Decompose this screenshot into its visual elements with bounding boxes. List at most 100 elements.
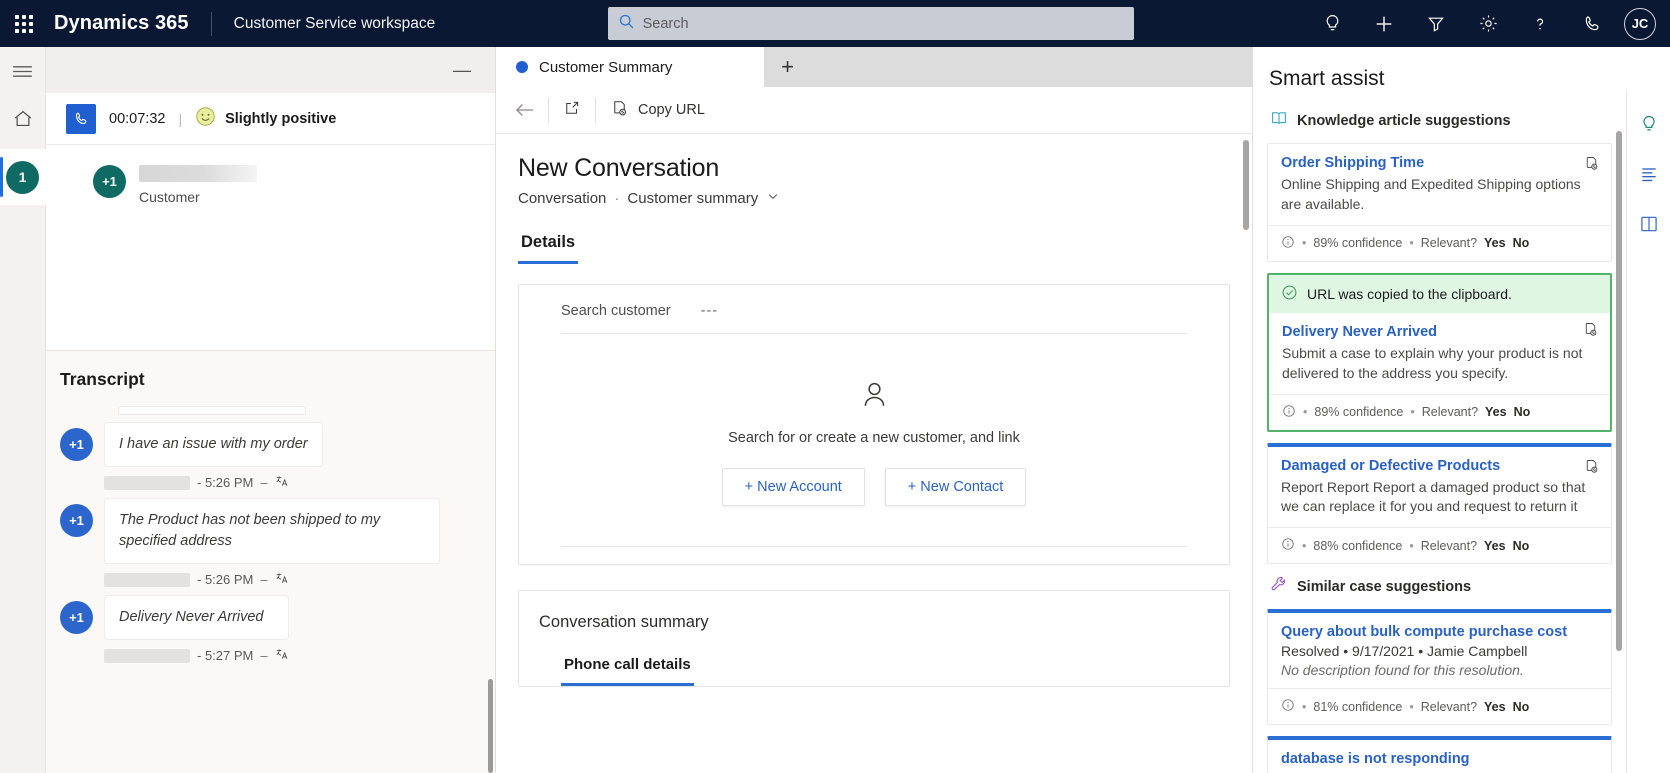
tab-strip: Customer Summary + [496, 47, 1252, 87]
customer-card: Search customer --- Search for or create… [518, 284, 1230, 565]
app-launcher-button[interactable] [0, 14, 48, 33]
filter-icon[interactable] [1410, 0, 1462, 47]
smart-assist-body: Knowledge article suggestions Order Ship… [1253, 91, 1626, 773]
header-icons: JC [1306, 0, 1670, 47]
relevance-no-button[interactable]: No [1514, 405, 1531, 419]
top-header: Dynamics 365 Customer Service workspace [0, 0, 1670, 47]
hamburger-icon[interactable] [0, 47, 46, 95]
section-knowledge-articles: Knowledge article suggestions [1270, 109, 1612, 132]
search-customer-value[interactable]: --- [701, 303, 719, 319]
copy-link-icon[interactable] [1583, 155, 1600, 177]
conversation-panel-topbar: — [46, 47, 495, 93]
confidence-label: 81% confidence [1313, 699, 1403, 714]
transcript-dash: – [260, 572, 268, 588]
knowledge-suggestion-card[interactable]: Order Shipping Time Online Shipping and … [1267, 143, 1612, 262]
center-scrollbar[interactable] [1243, 140, 1249, 230]
app-body: 1 — 00:07:32 | Slightly positive +1 Cust… [0, 47, 1670, 773]
transcript-text: I have an issue with my order [104, 422, 323, 468]
translate-icon[interactable] [275, 474, 289, 491]
sentiment-face-icon [195, 106, 216, 132]
minimize-button[interactable]: — [447, 57, 477, 83]
copy-url-button[interactable]: Copy URL [596, 87, 719, 134]
check-circle-icon [1281, 284, 1298, 304]
form-tabs: Details [496, 233, 1252, 264]
info-icon[interactable] [1281, 235, 1295, 252]
smart-assist-rail [1626, 91, 1670, 773]
sentiment-label: Slightly positive [225, 110, 337, 127]
add-tab-button[interactable]: + [764, 47, 811, 87]
transcript-meta: - 5:26 PM – [104, 474, 323, 491]
knowledge-suggestion-card[interactable]: Damaged or Defective Products Report Rep… [1267, 442, 1612, 565]
translate-icon[interactable] [275, 571, 289, 588]
tab-customer-summary[interactable]: Customer Summary [496, 47, 764, 87]
knowledge-suggestion-card-highlighted[interactable]: URL was copied to the clipboard. Deliver… [1267, 272, 1612, 432]
gear-icon[interactable] [1462, 0, 1514, 47]
card-rule [561, 546, 1187, 564]
relevance-prompt: Relevant? [1420, 538, 1478, 553]
participant-role: Customer [139, 189, 200, 205]
home-icon[interactable] [0, 95, 46, 143]
info-icon[interactable] [1282, 404, 1296, 421]
page-title: New Conversation [518, 154, 720, 182]
customer-empty-state: Search for or create a new customer, and… [519, 334, 1229, 546]
translate-icon[interactable] [275, 647, 289, 664]
suggestion-title-link[interactable]: Damaged or Defective Products [1281, 458, 1598, 474]
smart-assist-title: Smart assist [1269, 67, 1385, 90]
person-icon [858, 378, 891, 416]
back-arrow-icon[interactable] [502, 87, 548, 134]
plus-icon[interactable] [1358, 0, 1410, 47]
relevance-no-button[interactable]: No [1513, 700, 1530, 714]
transcript-speaker-redacted [104, 572, 190, 587]
transcript-speaker-redacted [104, 475, 190, 490]
relevance-prompt: Relevant? [1421, 405, 1479, 419]
copy-link-icon[interactable] [1582, 321, 1599, 343]
case-title-link[interactable]: database is not responding [1281, 751, 1598, 767]
transcript-time: - 5:26 PM [197, 572, 254, 588]
avatar[interactable]: JC [1624, 7, 1656, 40]
breadcrumb-separator: · [614, 189, 620, 207]
relevance-yes-button[interactable]: Yes [1484, 539, 1506, 553]
command-bar: Copy URL [496, 87, 1252, 134]
section-title: Knowledge article suggestions [1297, 112, 1511, 129]
global-search[interactable] [607, 7, 1134, 40]
chevron-down-icon[interactable] [766, 189, 780, 207]
tab-phone-call-details[interactable]: Phone call details [561, 656, 694, 686]
tab-details[interactable]: Details [518, 233, 579, 264]
summary-tabs: Phone call details [519, 632, 1229, 686]
relevance-yes-button[interactable]: Yes [1484, 700, 1506, 714]
breadcrumb-view[interactable]: Customer summary [627, 190, 758, 207]
bullet: • [1302, 236, 1307, 251]
lightbulb-icon[interactable] [1306, 0, 1358, 47]
info-icon[interactable] [1281, 537, 1295, 554]
relevance-yes-button[interactable]: Yes [1484, 236, 1506, 250]
agent-scripts-icon[interactable] [1632, 157, 1666, 191]
relevance-yes-button[interactable]: Yes [1485, 405, 1507, 419]
lightbulb-icon[interactable] [1632, 107, 1666, 141]
header-divider [210, 11, 212, 36]
suggestion-title-link[interactable]: Order Shipping Time [1281, 155, 1598, 171]
transcript-avatar: +1 [60, 504, 93, 538]
suggestion-title-link[interactable]: Delivery Never Arrived [1282, 324, 1597, 340]
new-account-button[interactable]: + New Account [721, 468, 865, 506]
copy-url-label: Copy URL [638, 102, 705, 118]
session-item-1[interactable]: 1 [0, 149, 46, 205]
knowledge-icon[interactable] [1632, 207, 1666, 241]
section-similar-cases: Similar case suggestions [1270, 575, 1612, 598]
new-contact-button[interactable]: + New Contact [884, 468, 1027, 506]
transcript-scrollbar[interactable] [488, 679, 493, 773]
phone-icon[interactable] [1566, 0, 1618, 47]
customer-empty-actions: + New Account + New Contact [721, 468, 1027, 506]
smart-assist-scrollbar[interactable] [1616, 131, 1622, 651]
case-title-link[interactable]: Query about bulk compute purchase cost [1281, 624, 1598, 640]
relevance-no-button[interactable]: No [1513, 236, 1530, 250]
similar-case-card[interactable]: database is not responding [1267, 736, 1612, 773]
similar-case-card[interactable]: Query about bulk compute purchase cost R… [1267, 609, 1612, 726]
popout-button[interactable] [549, 87, 595, 134]
main-content: Customer Summary + Copy URL New Conversa… [496, 47, 1252, 773]
help-icon[interactable] [1514, 0, 1566, 47]
search-input[interactable] [642, 15, 1124, 32]
info-icon[interactable] [1281, 698, 1295, 715]
copy-link-icon[interactable] [1583, 458, 1600, 480]
relevance-no-button[interactable]: No [1513, 539, 1530, 553]
confidence-label: 89% confidence [1314, 405, 1404, 419]
